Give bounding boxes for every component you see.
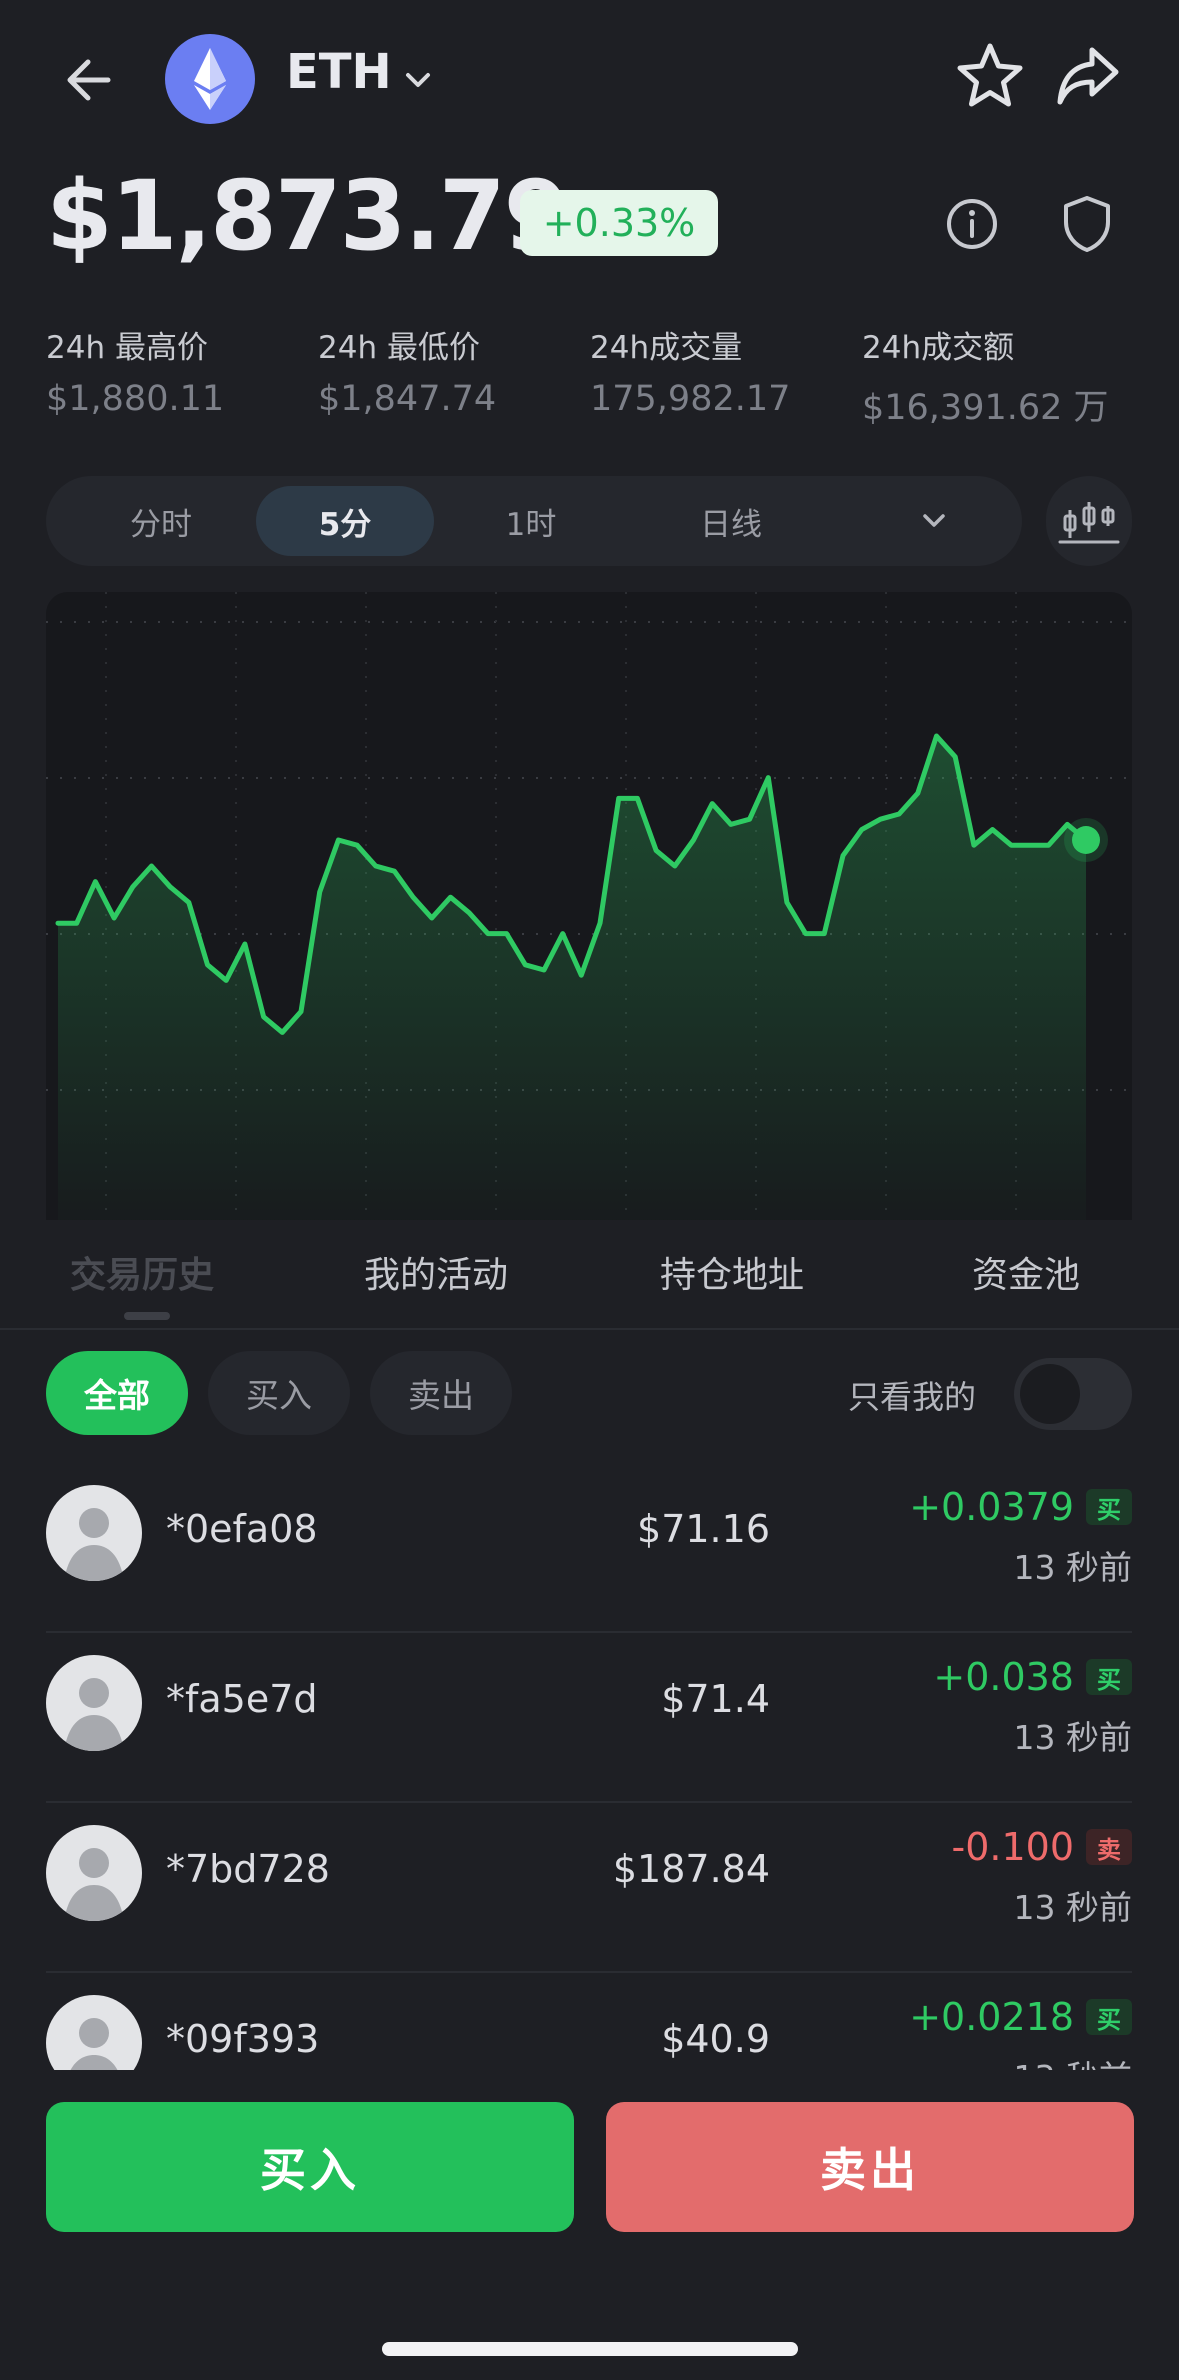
sell-button[interactable]: 卖出 [606, 2102, 1134, 2232]
tab-trade-history[interactable]: 交易历史 [70, 1246, 214, 1298]
token-selector-button[interactable] [398, 60, 438, 100]
filter-all-chip[interactable]: 全部 [46, 1351, 188, 1435]
stat-label: 24h成交额 [862, 330, 1015, 366]
star-icon [957, 43, 1023, 107]
stat-label: 24h 最高价 [46, 330, 208, 366]
token-name[interactable]: ETH [286, 44, 392, 100]
indicator-button[interactable] [1046, 476, 1132, 566]
home-indicator [382, 2342, 798, 2356]
candlestick-icon [1058, 502, 1120, 544]
only-mine-toggle[interactable] [1014, 1358, 1132, 1430]
trade-qty: -0.100 [951, 1825, 1075, 1869]
eth-logo [165, 34, 255, 124]
price-chart[interactable] [46, 592, 1132, 1220]
back-arrow-icon [67, 59, 111, 101]
info-button[interactable] [944, 196, 1000, 252]
trade-time: 13 秒前 [1013, 1718, 1132, 1757]
trade-amount: -0.100 卖 [951, 1825, 1132, 1869]
current-price: $1,873.79 [46, 160, 571, 272]
favorite-button[interactable] [954, 40, 1026, 112]
trade-row[interactable]: *7bd728 $187.84 -0.100 卖 13 秒前 [46, 1803, 1132, 1973]
trade-amount: +0.0379 买 [909, 1485, 1132, 1529]
security-button[interactable] [1060, 194, 1114, 254]
trade-time: 13 秒前 [1013, 1548, 1132, 1587]
chart-area-fill [58, 736, 1086, 1220]
timeframe-tab-5m[interactable]: 5分 [256, 476, 434, 566]
only-mine-label: 只看我的 [848, 1378, 977, 1416]
info-icon [947, 199, 997, 249]
stat-value: 175,982.17 [590, 379, 791, 419]
trade-qty: +0.0379 [909, 1485, 1074, 1529]
trade-side-badge: 买 [1086, 1489, 1132, 1525]
avatar [46, 1995, 142, 2070]
trade-value: $71.4 [661, 1677, 770, 1721]
filter-sell-chip[interactable]: 卖出 [370, 1351, 512, 1435]
trade-row[interactable]: *09f393 $40.9 +0.0218 买 13 秒前 [46, 1973, 1132, 2070]
back-button[interactable] [60, 50, 120, 110]
stat-24h-low: 24h 最低价 $1,847.74 [318, 322, 496, 419]
share-icon [1057, 47, 1119, 105]
stat-24h-volume: 24h成交量 175,982.17 [590, 322, 790, 419]
trade-side-badge: 买 [1086, 1999, 1132, 2035]
chart-last-point [1072, 826, 1100, 854]
tab-liquidity-pool[interactable]: 资金池 [972, 1246, 1080, 1298]
stat-24h-high: 24h 最高价 $1,880.11 [46, 322, 224, 419]
trade-qty: +0.0218 [909, 1995, 1074, 2039]
avatar-icon [64, 1678, 124, 1751]
stat-value: $16,391.62 万 [862, 388, 1109, 428]
avatar-icon [64, 1508, 124, 1581]
stat-label: 24h 最低价 [318, 330, 480, 366]
timeframe-selector: 分时 5分 1时 日线 [46, 476, 1022, 566]
avatar [46, 1825, 142, 1921]
trade-address: *0efa08 [166, 1507, 318, 1551]
avatar-icon [70, 2018, 118, 2070]
stat-value: $1,880.11 [46, 379, 225, 419]
stat-value: $1,847.74 [318, 379, 497, 419]
price-change-badge: +0.33% [520, 190, 718, 256]
toggle-knob [1020, 1364, 1080, 1424]
trade-address: *fa5e7d [166, 1677, 318, 1721]
tab-holders[interactable]: 持仓地址 [660, 1246, 804, 1298]
trade-address: *09f393 [166, 2017, 320, 2061]
filter-buy-chip[interactable]: 买入 [208, 1351, 350, 1435]
stat-24h-turnover: 24h成交额 $16,391.62 万 [862, 322, 1109, 430]
timeframe-tab-line[interactable]: 分时 [86, 476, 236, 566]
trade-amount: +0.038 买 [933, 1655, 1132, 1699]
trade-row[interactable]: *0efa08 $71.16 +0.0379 买 13 秒前 [46, 1463, 1132, 1633]
price-chart-svg [46, 592, 1132, 1220]
trade-value: $71.16 [637, 1507, 770, 1551]
trade-amount: +0.0218 买 [909, 1995, 1132, 2039]
chevron-down-icon [406, 73, 430, 87]
buy-button[interactable]: 买入 [46, 2102, 574, 2232]
tab-bar: 交易历史 我的活动 持仓地址 资金池 [0, 1232, 1179, 1330]
trade-address: *7bd728 [166, 1847, 330, 1891]
trade-side-badge: 卖 [1086, 1829, 1132, 1865]
timeframe-more-button[interactable] [914, 501, 954, 541]
trade-time: 13 秒前 [1014, 2051, 1132, 2070]
tab-my-activity[interactable]: 我的活动 [364, 1246, 508, 1298]
avatar [46, 1655, 142, 1751]
stat-label: 24h成交量 [590, 330, 743, 366]
shield-icon [1064, 196, 1110, 252]
trade-time: 13 秒前 [1013, 1888, 1132, 1927]
trade-row[interactable]: *fa5e7d $71.4 +0.038 买 13 秒前 [46, 1633, 1132, 1803]
timeframe-tab-daily[interactable]: 日线 [646, 476, 816, 566]
timeframe-tab-1h[interactable]: 1时 [456, 476, 606, 566]
trade-side-badge: 买 [1086, 1659, 1132, 1695]
chevron-down-icon [923, 514, 945, 527]
tab-active-indicator [124, 1312, 170, 1320]
trade-value: $40.9 [661, 2017, 770, 2061]
avatar-icon [64, 1848, 124, 1921]
avatar [46, 1485, 142, 1581]
trade-list[interactable]: *0efa08 $71.16 +0.0379 买 13 秒前 *fa5e7d $… [46, 1463, 1132, 2070]
share-button[interactable] [1052, 40, 1124, 112]
eth-icon [194, 48, 226, 110]
trade-value: $187.84 [612, 1847, 770, 1891]
trade-qty: +0.038 [933, 1655, 1074, 1699]
